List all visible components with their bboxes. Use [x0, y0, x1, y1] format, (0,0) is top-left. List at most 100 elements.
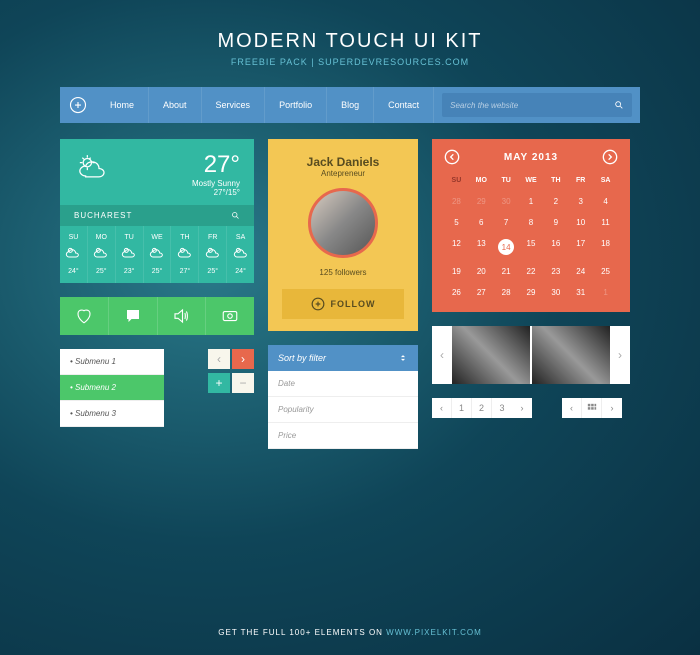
calendar-day[interactable]: 14 — [494, 234, 519, 260]
carousel-image[interactable] — [452, 326, 530, 384]
calendar-day[interactable]: 3 — [568, 192, 593, 211]
calendar-day[interactable]: 8 — [519, 213, 544, 232]
calendar-day[interactable]: 9 — [543, 213, 568, 232]
grid-view-icon[interactable] — [582, 398, 602, 418]
calendar: MAY 2013 SUMOTUWETHFRSA28293012345678910… — [432, 139, 630, 312]
calendar-dow: TU — [494, 173, 519, 190]
nav-item[interactable]: Services — [202, 87, 266, 123]
carousel-image[interactable] — [530, 326, 610, 384]
calendar-day[interactable]: 29 — [519, 283, 544, 302]
calendar-day[interactable]: 1 — [593, 283, 618, 302]
plus-button[interactable]: + — [208, 373, 230, 393]
calendar-day[interactable]: 30 — [494, 192, 519, 211]
calendar-day[interactable]: 26 — [444, 283, 469, 302]
page-number[interactable]: 2 — [472, 398, 492, 418]
weather-widget: 27° Mostly Sunny 27°/15° BUCHAREST SU24°… — [60, 139, 254, 283]
calendar-day[interactable]: 29 — [469, 192, 494, 211]
calendar-day[interactable]: 11 — [593, 213, 618, 232]
media-icon[interactable] — [206, 297, 254, 335]
submenu-item[interactable]: • Submenu 1 — [60, 349, 164, 375]
minus-button[interactable]: − — [232, 373, 254, 393]
footer-link[interactable]: WWW.PIXELKIT.COM — [386, 628, 482, 637]
footer: GET THE FULL 100+ ELEMENTS ON WWW.PIXELK… — [0, 628, 700, 637]
calendar-day[interactable]: 30 — [543, 283, 568, 302]
chat-icon[interactable] — [109, 297, 158, 335]
calendar-day[interactable]: 25 — [593, 262, 618, 281]
nav-item[interactable]: Portfolio — [265, 87, 327, 123]
calendar-day[interactable]: 17 — [568, 234, 593, 260]
nav-add-button[interactable] — [60, 96, 96, 114]
calendar-dow: WE — [519, 173, 544, 190]
calendar-day[interactable]: 22 — [519, 262, 544, 281]
weather-sunny-icon — [74, 151, 114, 196]
nav-item[interactable]: Home — [96, 87, 149, 123]
calendar-day[interactable]: 18 — [593, 234, 618, 260]
view-next[interactable]: › — [602, 398, 622, 418]
avatar — [308, 188, 378, 258]
calendar-dow: FR — [568, 173, 593, 190]
calendar-day[interactable]: 4 — [593, 192, 618, 211]
calendar-day[interactable]: 28 — [494, 283, 519, 302]
carousel-prev[interactable]: ‹ — [432, 326, 452, 384]
calendar-day[interactable]: 12 — [444, 234, 469, 260]
calendar-day[interactable]: 19 — [444, 262, 469, 281]
nav-item[interactable]: Contact — [374, 87, 434, 123]
forecast-day: FR25° — [199, 226, 227, 283]
calendar-day[interactable]: 10 — [568, 213, 593, 232]
sort-panel: Sort by filter DatePopularityPrice — [268, 345, 418, 449]
calendar-day[interactable]: 13 — [469, 234, 494, 260]
sort-header[interactable]: Sort by filter — [268, 345, 418, 371]
calendar-next-icon[interactable] — [602, 149, 618, 165]
search-icon[interactable] — [231, 211, 240, 220]
calendar-day[interactable]: 16 — [543, 234, 568, 260]
calendar-dow: SA — [593, 173, 618, 190]
calendar-day[interactable]: 5 — [444, 213, 469, 232]
weather-range: 27°/15° — [192, 188, 240, 197]
calendar-day[interactable]: 28 — [444, 192, 469, 211]
calendar-day[interactable]: 31 — [568, 283, 593, 302]
next-button[interactable]: › — [232, 349, 254, 369]
forecast-day: SU24° — [60, 226, 88, 283]
nav-search[interactable] — [442, 93, 632, 117]
calendar-prev-icon[interactable] — [444, 149, 460, 165]
nav-item[interactable]: Blog — [327, 87, 374, 123]
icon-toolbar — [60, 297, 254, 335]
calendar-day[interactable]: 15 — [519, 234, 544, 260]
search-icon — [614, 100, 624, 110]
prev-button[interactable]: ‹ — [208, 349, 230, 369]
updown-icon — [398, 353, 408, 363]
forecast-day: TU23° — [116, 226, 144, 283]
submenu-item[interactable]: • Submenu 2 — [60, 375, 164, 401]
page-number[interactable]: 3 — [492, 398, 512, 418]
calendar-day[interactable]: 7 — [494, 213, 519, 232]
heart-icon[interactable] — [60, 297, 109, 335]
view-prev[interactable]: ‹ — [562, 398, 582, 418]
calendar-day[interactable]: 23 — [543, 262, 568, 281]
calendar-dow: SU — [444, 173, 469, 190]
calendar-day[interactable]: 2 — [543, 192, 568, 211]
calendar-day[interactable]: 20 — [469, 262, 494, 281]
carousel-next[interactable]: › — [610, 326, 630, 384]
calendar-day[interactable]: 24 — [568, 262, 593, 281]
page-number[interactable]: 1 — [452, 398, 472, 418]
weather-city: BUCHAREST — [74, 211, 231, 220]
calendar-day[interactable]: 27 — [469, 283, 494, 302]
search-input[interactable] — [450, 101, 614, 110]
profile-card: Jack Daniels Antepreneur 125 followers F… — [268, 139, 418, 331]
submenu-item[interactable]: • Submenu 3 — [60, 401, 164, 427]
sort-option[interactable]: Price — [268, 423, 418, 449]
calendar-day[interactable]: 1 — [519, 192, 544, 211]
page-prev[interactable]: ‹ — [432, 398, 452, 418]
calendar-day[interactable]: 6 — [469, 213, 494, 232]
page-next[interactable]: › — [512, 398, 532, 418]
sort-option[interactable]: Popularity — [268, 397, 418, 423]
sound-icon[interactable] — [158, 297, 207, 335]
calendar-day[interactable]: 21 — [494, 262, 519, 281]
profile-name: Jack Daniels — [268, 155, 418, 169]
weather-condition: Mostly Sunny — [192, 179, 240, 188]
sort-option[interactable]: Date — [268, 371, 418, 397]
profile-followers: 125 followers — [268, 268, 418, 277]
page-title: MODERN TOUCH UI KIT — [60, 30, 640, 53]
follow-button[interactable]: FOLLOW — [282, 289, 404, 319]
nav-item[interactable]: About — [149, 87, 202, 123]
